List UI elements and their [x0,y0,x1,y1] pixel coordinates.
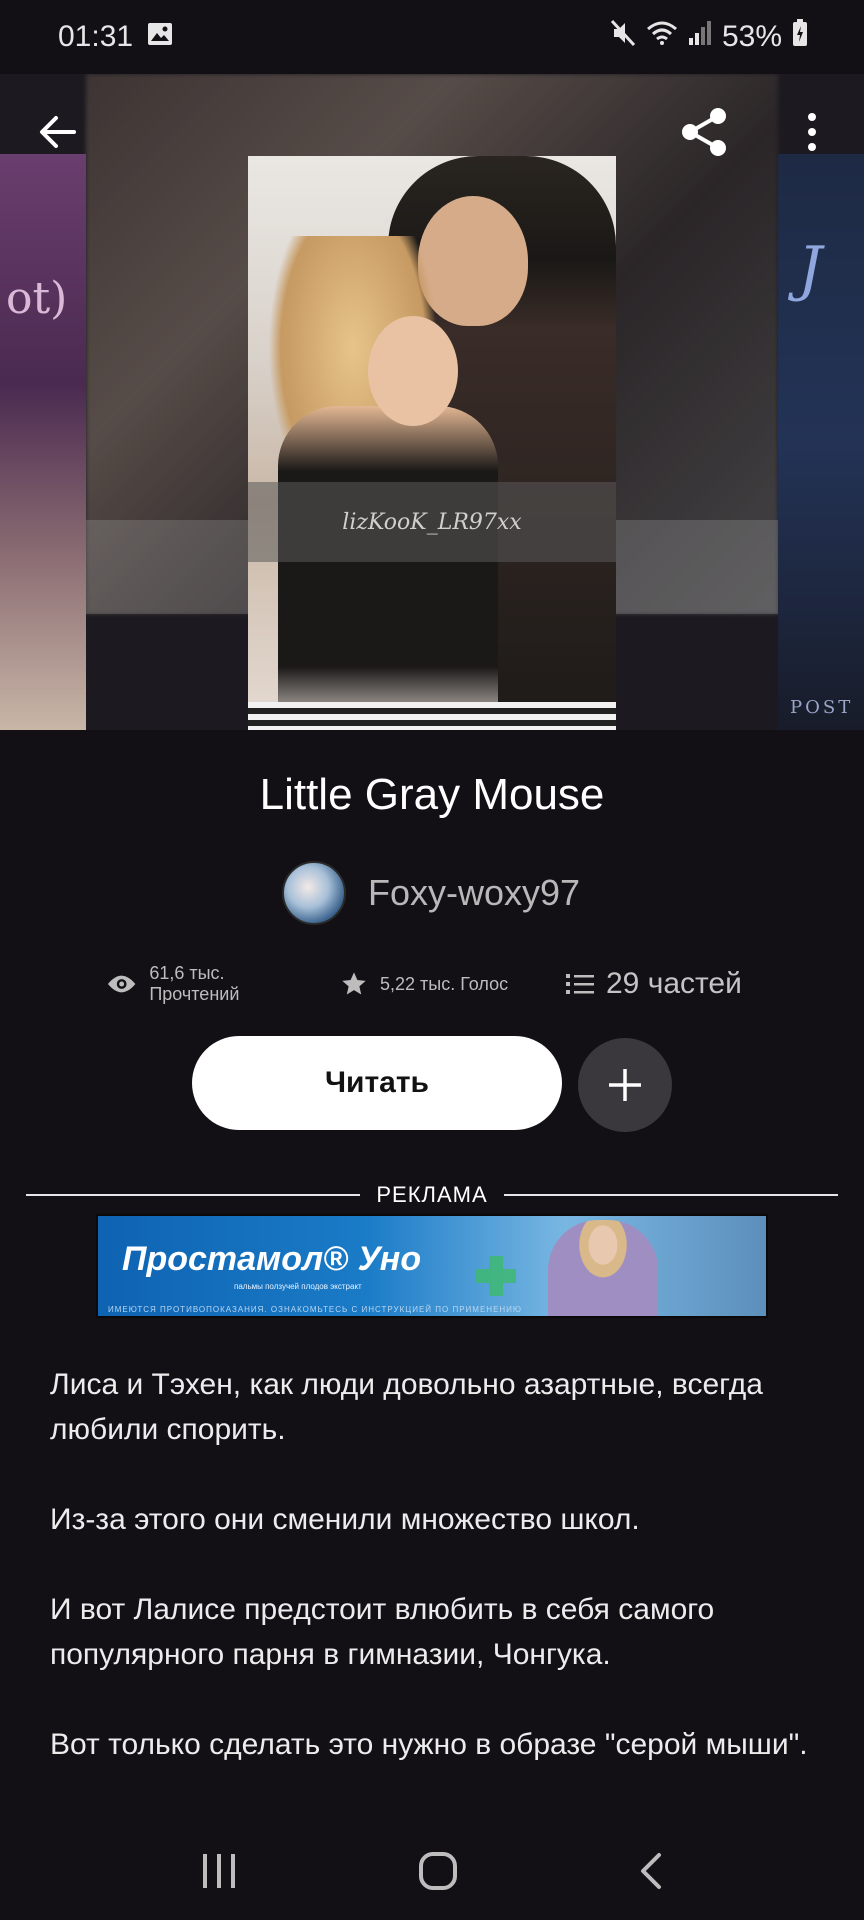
ad-banner[interactable]: Простамол® Уно пальмы ползучей плодов эк… [96,1214,768,1318]
next-cover-text: J [798,234,823,304]
divider-line-left [26,1194,361,1196]
description-paragraph: И вот Лалисе предстоит влюбить в себя са… [50,1593,715,1671]
reads-count: 61,6 тыс. Прочтений [149,963,240,1004]
status-bar: 01:31 53% [0,0,864,74]
author-row[interactable]: Foxy-woxy97 [282,860,580,926]
nav-back-icon [641,1852,662,1889]
author-avatar[interactable] [282,861,346,925]
cover-carousel[interactable]: ot) J POST lizKooK_LR97xx [0,74,864,730]
star-icon [342,972,366,995]
list-icon [566,974,594,994]
votes-stat: 5,22 тыс. Голос [340,970,562,998]
story-title: Little Gray Mouse [259,770,605,819]
more-options-button[interactable] [780,100,844,164]
battery-icon [792,19,808,55]
status-left: 01:31 [58,20,173,54]
story-description: Лиса и Тэхен, как люди довольно азартные… [50,1362,830,1812]
back-arrow-icon [40,116,76,148]
share-icon [682,108,726,156]
status-time: 01:31 [58,20,134,53]
next-story-cover[interactable]: J POST [778,154,864,730]
ad-brand: Простамол® Уно [122,1240,422,1278]
story-stats: 61,6 тыс. Прочтений 5,22 тыс. Голос 29 ч… [106,962,806,1006]
ad-person-image [548,1220,658,1316]
description-paragraph: Вот только сделать это нужно в образе "с… [50,1728,808,1761]
cover-watermark: lizKooK_LR97xx [248,482,616,562]
home-button[interactable] [418,1851,458,1896]
description-paragraph: Лиса и Тэхен, как люди довольно азартные… [50,1368,763,1446]
parts-count: 29 частей [606,967,742,1000]
pharmacy-cross-icon [476,1256,516,1296]
ad-disclaimer: ИМЕЮТСЯ ПРОТИВОПОКАЗАНИЯ. ОЗНАКОМЬТЕСЬ С… [108,1305,523,1314]
system-navigation-bar [0,1826,864,1920]
share-button[interactable] [672,100,736,164]
mute-icon [610,19,636,55]
gallery-icon [147,20,173,54]
ad-label: РЕКЛАМА [376,1182,488,1207]
description-paragraph: Из-за этого они сменили множество школ. [50,1503,640,1536]
more-vertical-icon [808,113,816,151]
story-cover-image[interactable]: lizKooK_LR97xx [248,156,616,730]
battery-text: 53% [721,20,782,53]
cover-figure-woman [278,406,498,730]
votes-count: 5,22 тыс. Голос [380,973,509,994]
recents-icon [202,1853,235,1888]
previous-cover-text: ot) [6,273,68,324]
back-button[interactable] [26,100,90,164]
next-cover-bottom-text: POST [790,697,854,718]
previous-story-cover[interactable]: ot) [0,154,86,730]
eye-icon [107,975,136,993]
recents-button[interactable] [201,1853,237,1893]
nav-back-button[interactable] [639,1852,663,1895]
cover-face-woman [368,316,458,426]
ad-divider: РЕКЛАМА [26,1180,838,1210]
cover-stripes [248,702,616,730]
status-right: 53% [610,19,808,55]
read-button[interactable]: Читать [192,1036,562,1130]
signal-icon [688,20,712,54]
wifi-icon [646,20,678,54]
ad-subtitle: пальмы ползучей плодов экстракт [234,1282,362,1291]
plus-icon [609,1069,641,1101]
author-name[interactable]: Foxy-woxy97 [368,872,580,914]
home-icon [418,1851,457,1890]
divider-line-right [503,1194,838,1196]
parts-stat: 29 частей [566,967,742,1001]
reads-stat: 61,6 тыс. Прочтений [106,963,316,1005]
add-to-library-button[interactable] [578,1038,672,1132]
